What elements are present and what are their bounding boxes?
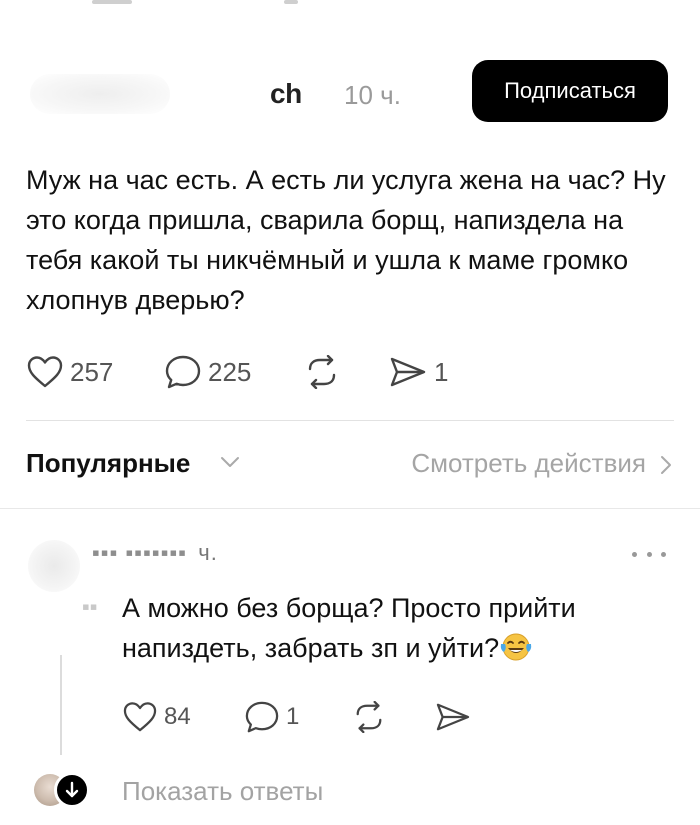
like-count: 257 <box>70 356 114 387</box>
comment-icon <box>165 355 201 389</box>
comment-like-count: 84 <box>164 703 191 730</box>
comment-actions: 84 1 <box>122 697 522 737</box>
author-username[interactable]: ch <box>270 78 302 110</box>
repost-icon <box>308 355 336 389</box>
comment-repost-button[interactable] <box>350 697 388 737</box>
more-icon[interactable] <box>632 547 666 561</box>
comment-time: ч. <box>198 540 218 565</box>
share-button[interactable]: 1 <box>388 352 448 392</box>
crying-laughing-emoji-icon <box>500 633 532 661</box>
heart-icon <box>27 356 63 388</box>
share-icon <box>390 357 426 387</box>
comment-text: А можно без борща? Просто прийти напизде… <box>122 588 662 668</box>
author-avatar[interactable] <box>30 74 170 114</box>
comment-icon <box>245 701 279 733</box>
repost-icon <box>356 701 382 733</box>
post-header: ch 10 ч. Подписаться <box>0 58 700 128</box>
repost-button[interactable] <box>302 352 342 392</box>
comment-count: 225 <box>208 356 252 387</box>
thread-line <box>60 655 62 755</box>
comment-like-button[interactable]: 84 <box>122 697 191 737</box>
heart-icon <box>123 702 157 732</box>
comment-reply-count: 1 <box>286 703 300 730</box>
comment-reply-button[interactable]: 1 <box>244 697 299 737</box>
commenter-username[interactable]: ▪▪▪ ▪▪▪▪▪▪▪ <box>92 540 187 565</box>
chevron-right-icon[interactable] <box>658 454 674 476</box>
post-text: Муж на час есть. А есть ли услуга жена н… <box>26 165 666 315</box>
post-time: 10 ч. <box>344 80 401 110</box>
commenter-avatar[interactable] <box>28 540 80 592</box>
subscribe-button[interactable]: Подписаться <box>472 60 668 122</box>
share-count: 1 <box>434 356 449 387</box>
arrow-down-icon <box>54 772 90 808</box>
comment-meta: ▪▪▪ ▪▪▪▪▪▪▪ ч. <box>92 540 218 566</box>
like-button[interactable]: 257 <box>26 352 113 392</box>
chevron-down-icon[interactable] <box>219 454 241 470</box>
divider <box>26 420 674 421</box>
divider <box>0 508 700 509</box>
obscured-text: ▪▪ <box>82 594 98 619</box>
sort-row: Популярные Смотреть действия <box>26 448 674 484</box>
share-icon <box>436 703 470 731</box>
reply-avatars[interactable] <box>34 772 94 808</box>
view-activity-link[interactable]: Смотреть действия <box>411 448 646 479</box>
post-actions: 257 225 1 <box>26 352 666 392</box>
show-replies-link[interactable]: Показать ответы <box>122 776 323 807</box>
comment-button[interactable]: 225 <box>164 352 251 392</box>
sort-dropdown[interactable]: Популярные <box>26 448 190 479</box>
previous-post-fragment <box>0 0 700 14</box>
comment-share-button[interactable] <box>434 697 472 737</box>
